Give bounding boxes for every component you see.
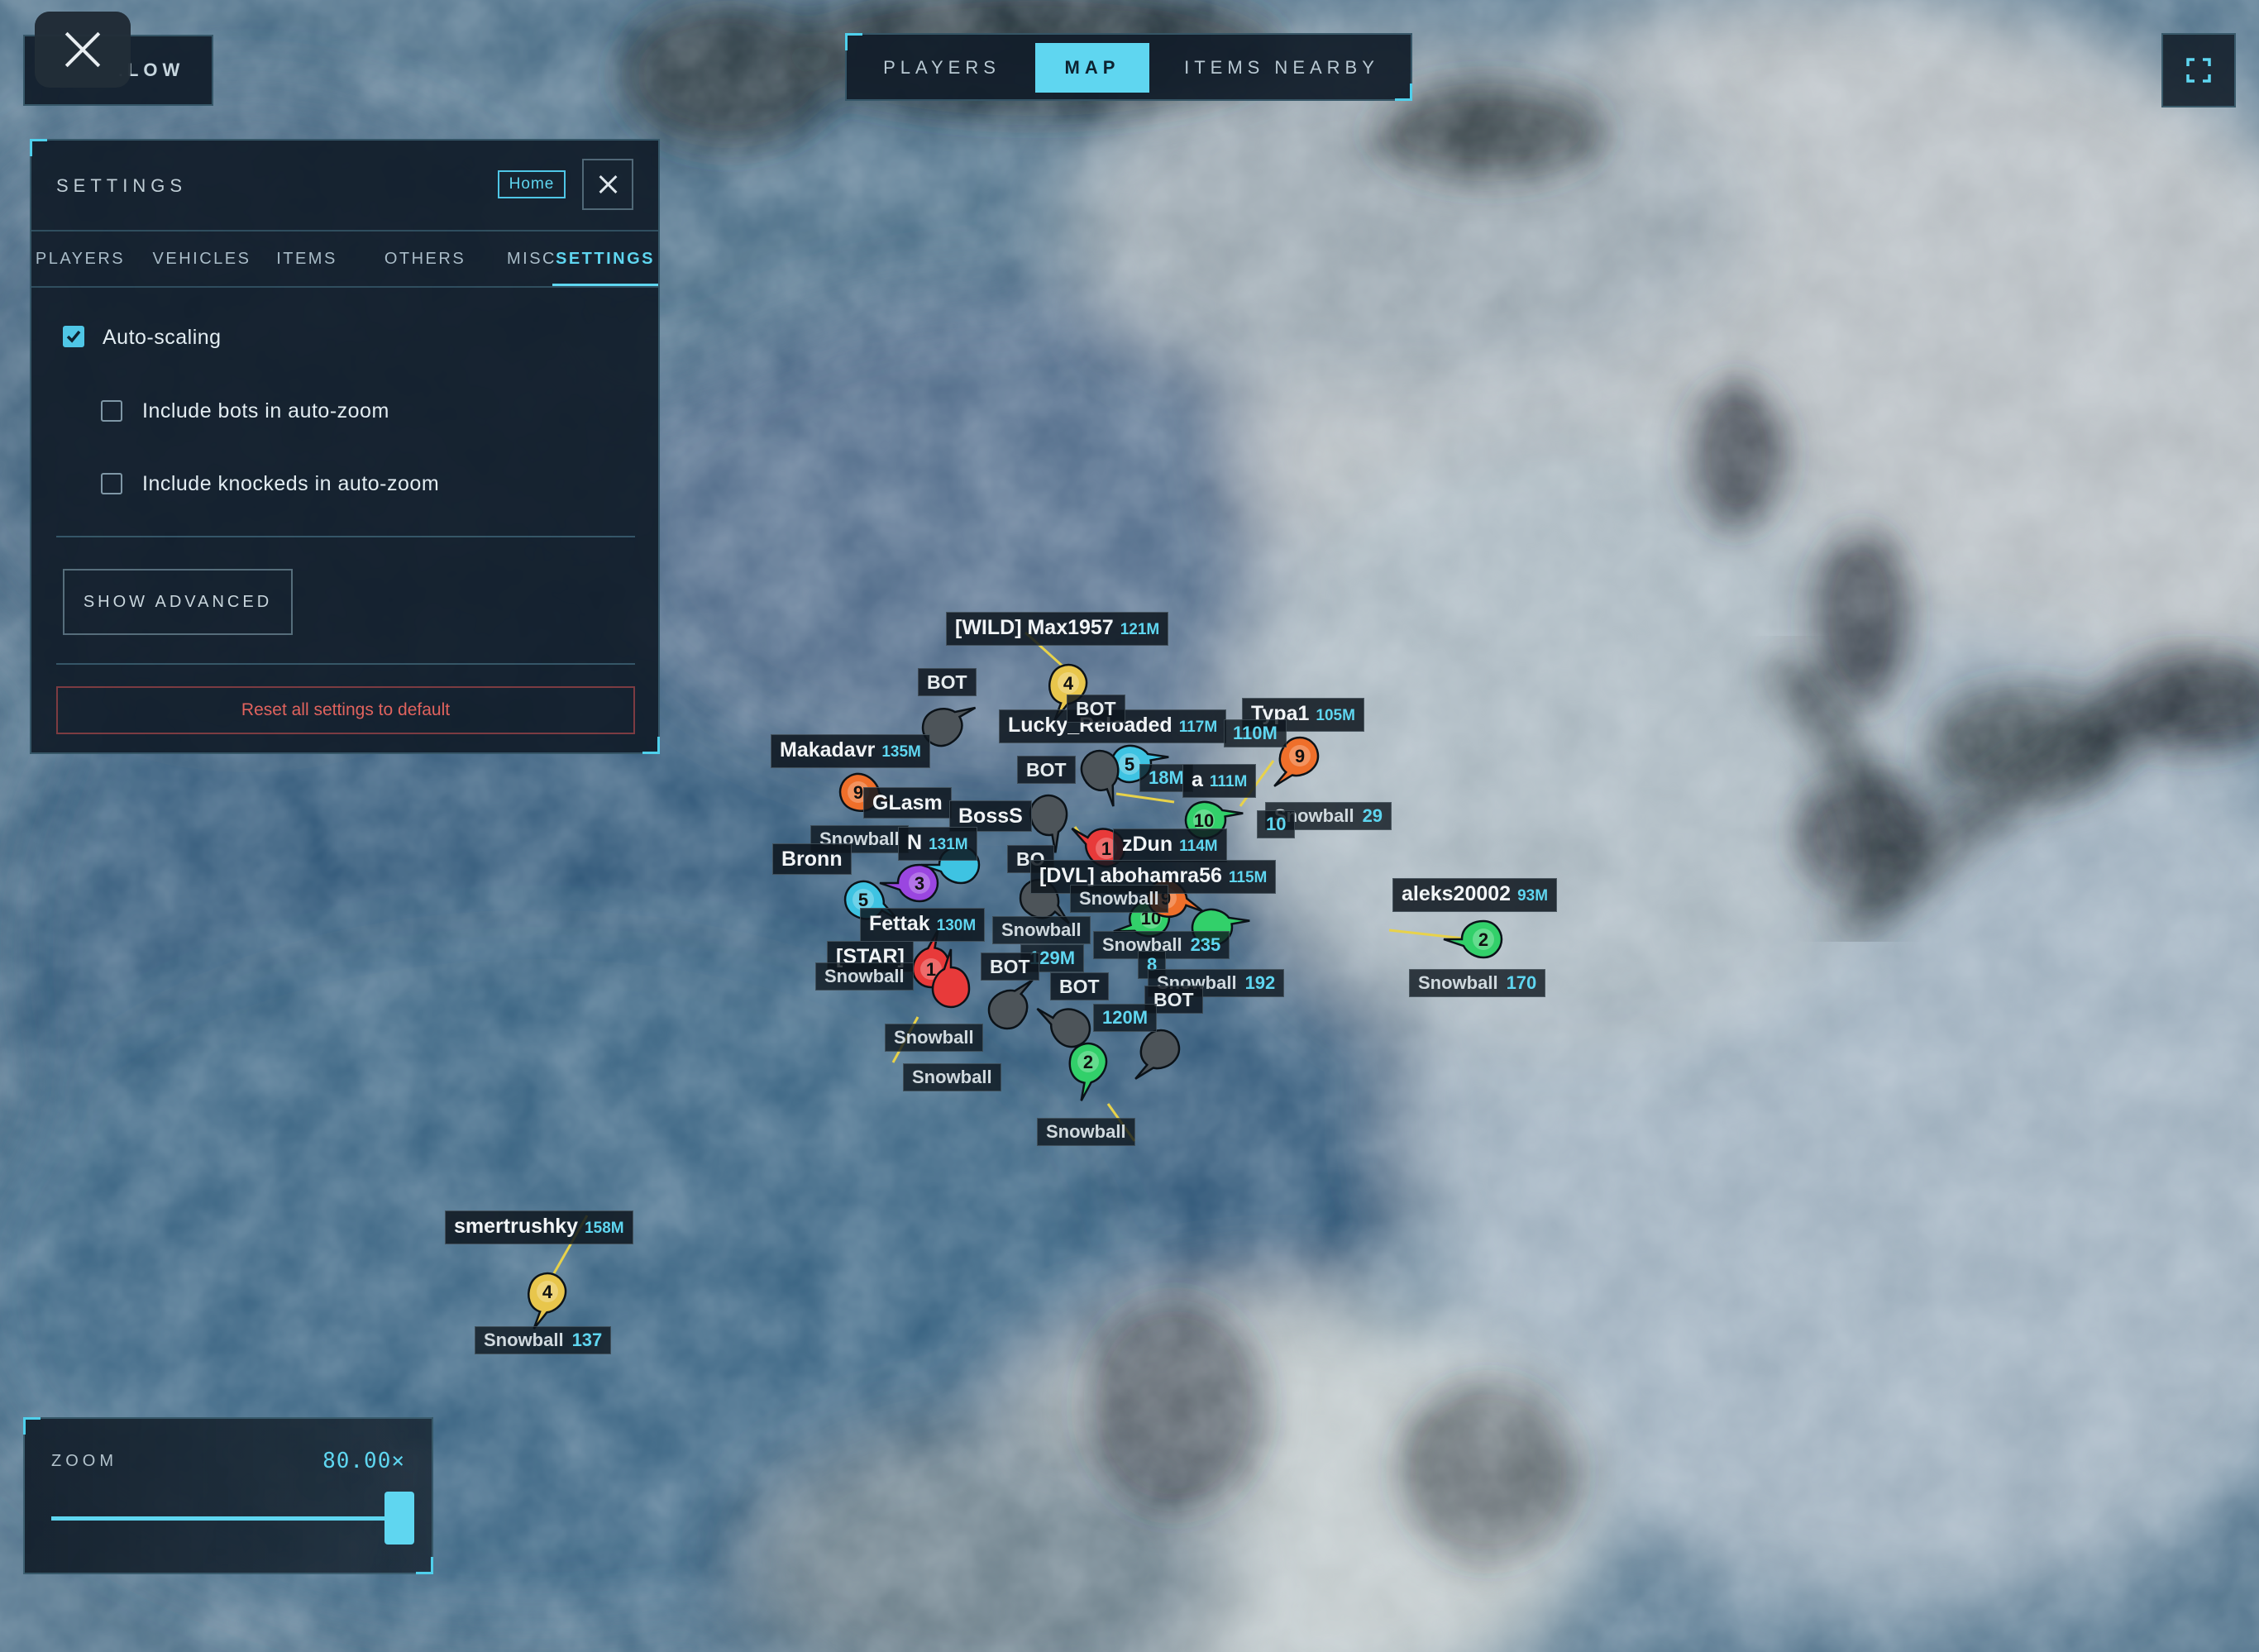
- player-label[interactable]: aleks20002 93M: [1392, 878, 1558, 912]
- team-number: 4: [542, 1282, 553, 1302]
- zoom-label: ZOOM: [51, 1452, 117, 1470]
- weapon-tag: Snowball: [903, 1063, 1001, 1091]
- player-distance: 117M: [1178, 719, 1218, 736]
- settings-tab-items[interactable]: ITEMS: [261, 232, 352, 286]
- player-name: smertrushky: [454, 1215, 579, 1238]
- close-button-overlay: [35, 12, 131, 88]
- weapon-tag: Snowball: [1070, 885, 1168, 913]
- settings-tab-vehicles[interactable]: VEHICLES: [129, 232, 275, 286]
- player-name: zDun: [1122, 833, 1173, 856]
- bot-label: BOT: [1067, 695, 1125, 723]
- player-name: Makadavr: [780, 738, 876, 762]
- player-distance: 105M: [1316, 707, 1355, 724]
- player-distance: 130M: [936, 917, 977, 934]
- team-number: 9: [1295, 746, 1305, 766]
- distance-tag: 110M: [1224, 719, 1287, 747]
- player-distance: 158M: [585, 1220, 624, 1237]
- player-label[interactable]: Makadavr 135M: [771, 734, 930, 768]
- settings-tab-row: PLAYERS VEHICLES ITEMS OTHERS MISC SETTI…: [31, 230, 658, 288]
- settings-tab-settings[interactable]: SETTINGS: [552, 232, 658, 286]
- auto-scaling-checkbox[interactable]: [63, 326, 84, 347]
- player-name: BossS: [958, 805, 1023, 828]
- player-distance: 93M: [1517, 887, 1549, 905]
- team-number: 4: [1063, 673, 1074, 694]
- tab-players[interactable]: PLAYERS: [867, 43, 1017, 93]
- include-knocked-checkbox[interactable]: [101, 473, 122, 494]
- team-number: 3: [915, 873, 924, 894]
- team-number: 5: [1125, 754, 1134, 775]
- tab-items-nearby[interactable]: ITEMS NEARBY: [1172, 43, 1391, 93]
- zoom-slider-fill: [51, 1516, 400, 1521]
- player-label[interactable]: GLasm: [863, 787, 952, 819]
- player-label[interactable]: smertrushky 158M: [445, 1210, 633, 1244]
- zoom-slider-track[interactable]: [51, 1516, 407, 1521]
- bot-label: BOT: [1017, 756, 1076, 784]
- player-name: a: [1192, 768, 1203, 791]
- home-button[interactable]: Home: [498, 170, 566, 198]
- player-name: Fettak: [869, 912, 930, 935]
- player-label[interactable]: [WILD] Max1957 121M: [946, 612, 1169, 646]
- fullscreen-icon: [2186, 58, 2211, 83]
- player-label[interactable]: Bronn: [772, 843, 852, 875]
- separator: [56, 536, 635, 537]
- include-knocked-label: Include knockeds in auto-zoom: [142, 472, 440, 495]
- weapon-tag: Snowball: [885, 1024, 983, 1052]
- separator: [56, 663, 635, 665]
- player-label[interactable]: N 131M: [898, 827, 977, 861]
- player-name: aleks20002: [1402, 882, 1512, 905]
- team-number: 1: [1101, 838, 1111, 859]
- player-distance: 135M: [881, 743, 921, 761]
- team-tag: 10: [1257, 810, 1296, 838]
- team-number: 2: [1478, 929, 1488, 950]
- weapon-tag: Snowball: [992, 916, 1091, 944]
- player-label[interactable]: Fettak 130M: [860, 908, 986, 942]
- player-label[interactable]: a 111M: [1182, 764, 1257, 798]
- distance-tag: 120M: [1093, 1004, 1158, 1032]
- show-advanced-button[interactable]: SHOW ADVANCED: [63, 569, 293, 635]
- team-number: 1: [926, 959, 936, 980]
- settings-tab-others[interactable]: OTHERS: [362, 232, 488, 286]
- settings-title: SETTINGS: [56, 175, 188, 196]
- zoom-value: 80.00×: [322, 1449, 405, 1473]
- settings-tab-players[interactable]: PLAYERS: [35, 232, 126, 286]
- settings-close-button[interactable]: [582, 159, 633, 210]
- bot-label: BOT: [981, 953, 1039, 981]
- player-name: [WILD] Max1957: [955, 616, 1114, 639]
- player-distance: 111M: [1209, 773, 1248, 790]
- include-bots-checkbox[interactable]: [101, 400, 122, 422]
- bot-label: BOT: [1050, 972, 1109, 1000]
- include-bots-label: Include bots in auto-zoom: [142, 399, 389, 423]
- weapon-tag: Snowball: [1037, 1118, 1135, 1146]
- fullscreen-button[interactable]: [2161, 33, 2236, 107]
- zoom-slider-thumb[interactable]: [384, 1492, 415, 1545]
- player-label[interactable]: zDun 114M: [1113, 828, 1227, 862]
- team-number: 2: [1083, 1052, 1093, 1072]
- reset-settings-button[interactable]: Reset all settings to default: [56, 686, 635, 734]
- auto-scaling-label: Auto-scaling: [103, 326, 222, 349]
- player-distance: 121M: [1120, 621, 1160, 638]
- player-distance: 114M: [1179, 838, 1218, 855]
- weapon-tag: Snowball 137: [475, 1326, 612, 1354]
- zoom-panel: ZOOM 80.00×: [23, 1417, 433, 1574]
- player-distance: 115M: [1228, 869, 1268, 886]
- weapon-tag: Snowball: [815, 962, 914, 991]
- top-tab-bar: PLAYERS MAP ITEMS NEARBY: [845, 33, 1412, 101]
- checkmark-icon: [66, 330, 81, 343]
- player-name: N: [907, 831, 923, 854]
- bot-label: BOT: [918, 668, 977, 696]
- player-name: [DVL] abohamra56: [1039, 864, 1222, 887]
- settings-panel: SETTINGS Home PLAYERS VEHICLES ITEMS OTH…: [30, 139, 660, 754]
- player-name: GLasm: [872, 791, 943, 814]
- close-icon: [599, 175, 618, 193]
- team-number: 9: [853, 782, 863, 803]
- weapon-tag: Snowball 170: [1409, 969, 1546, 997]
- player-distance: 131M: [929, 836, 968, 853]
- tab-map[interactable]: MAP: [1035, 43, 1149, 93]
- player-name: Bronn: [781, 847, 843, 871]
